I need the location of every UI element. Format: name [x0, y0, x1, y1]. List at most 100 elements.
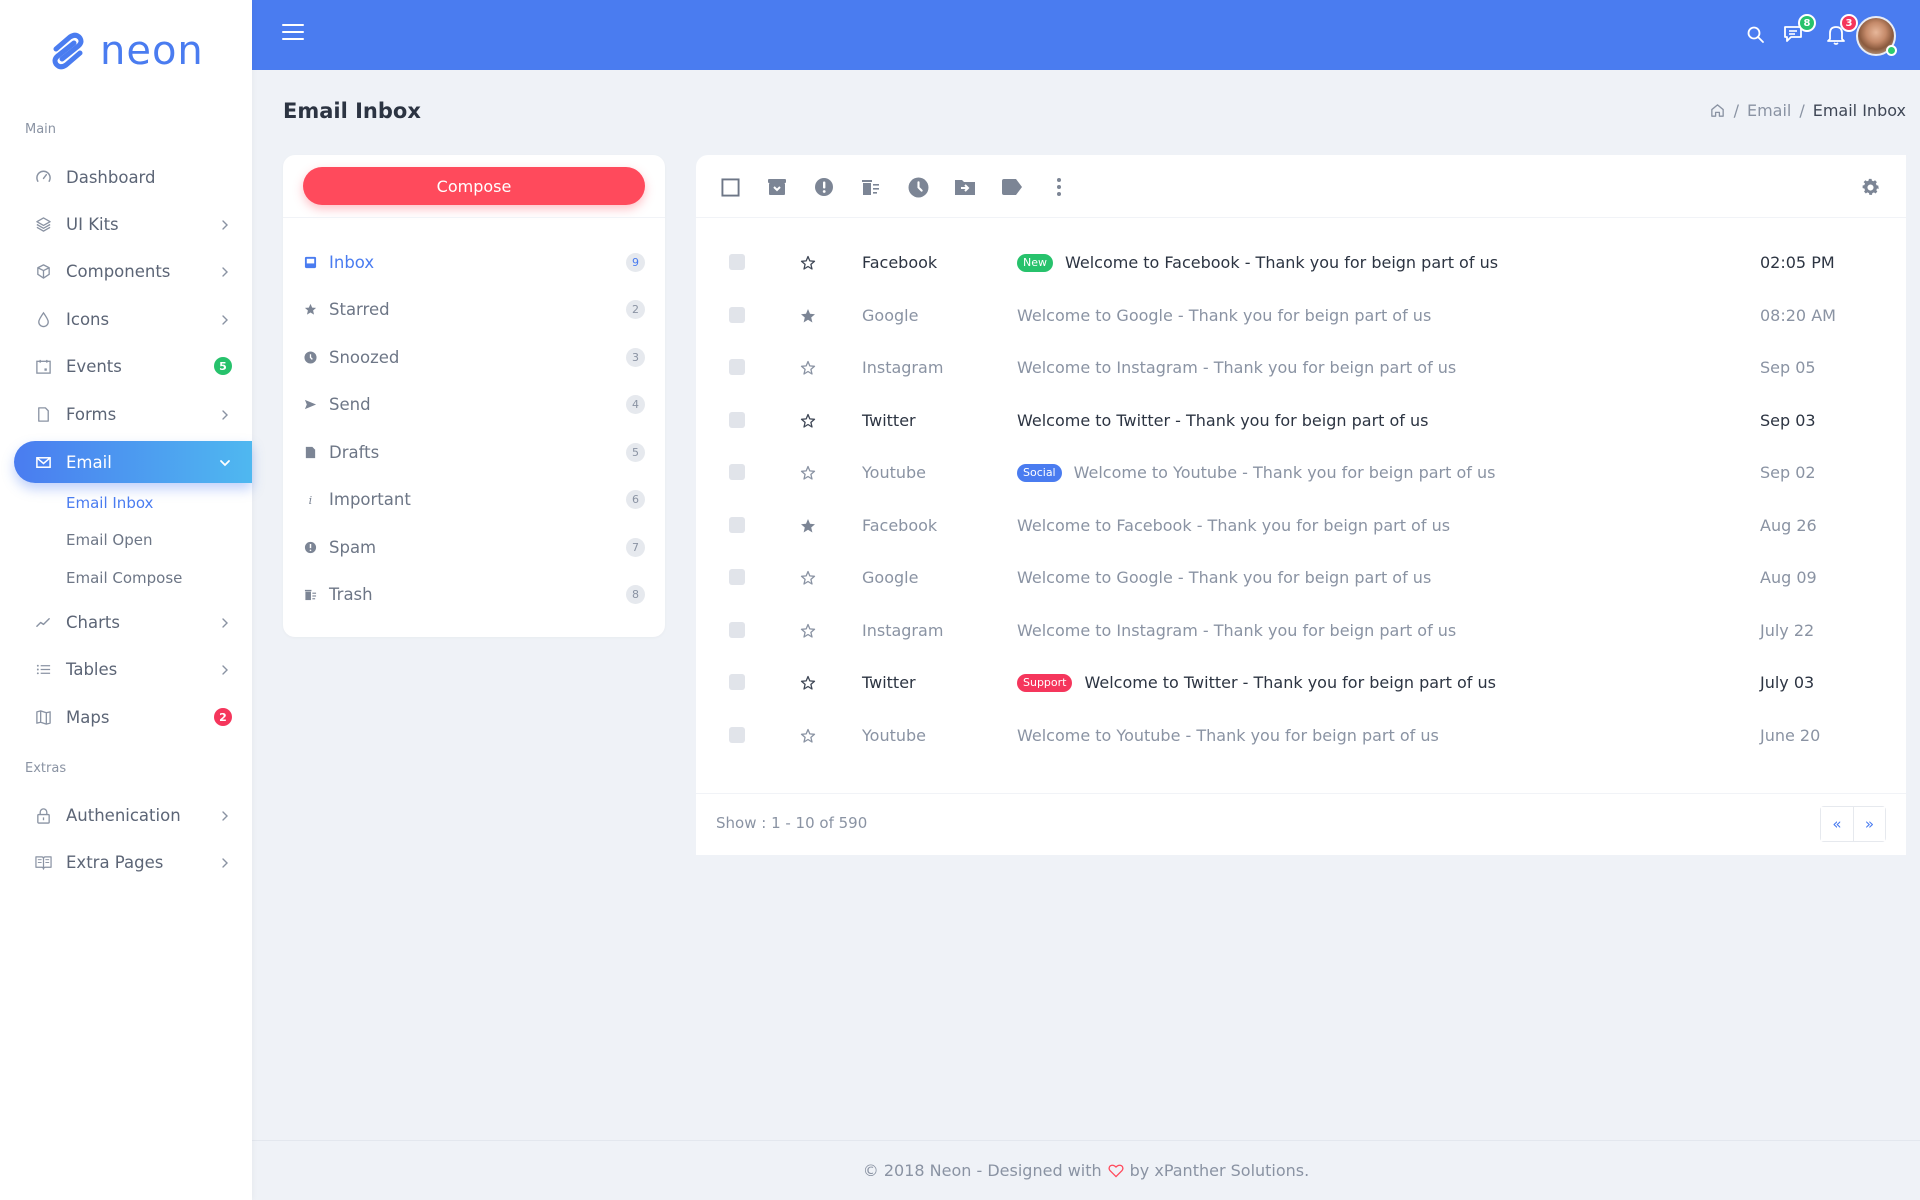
star-filled-icon[interactable]	[800, 518, 816, 534]
more-options-button[interactable]	[1048, 176, 1070, 198]
home-icon[interactable]	[1709, 102, 1726, 119]
folder-count: 8	[626, 585, 645, 604]
messages-button[interactable]: 8	[1782, 14, 1816, 46]
mail-row[interactable]: Facebook Welcome to Facebook - Thank you …	[696, 501, 1906, 553]
star-outline-icon[interactable]	[800, 675, 816, 691]
folder-trash[interactable]: Trash 8	[303, 577, 645, 613]
folder-important[interactable]: i Important 6	[303, 482, 645, 518]
notifications-badge: 3	[1840, 14, 1858, 32]
mail-date: July 22	[1760, 620, 1815, 640]
mail-row[interactable]: Google Welcome to Google - Thank you for …	[696, 291, 1906, 343]
breadcrumb-separator: /	[1733, 101, 1739, 120]
sidebar-item-forms[interactable]: Forms	[14, 393, 252, 435]
folder-label: Inbox	[329, 252, 375, 272]
mail-checkbox[interactable]	[729, 306, 745, 323]
star-outline-icon[interactable]	[800, 413, 816, 429]
folder-snoozed[interactable]: Snoozed 3	[303, 339, 645, 375]
submenu-item-email-inbox[interactable]: Email Inbox	[66, 494, 153, 512]
delete-button[interactable]	[860, 176, 882, 198]
top-bar: 8 3	[252, 0, 1920, 70]
sidebar-item-components[interactable]: Components	[14, 250, 252, 292]
sidebar-item-extra-pages[interactable]: Extra Pages	[14, 841, 252, 883]
mail-subject-text: Welcome to Youtube - Thank you for beign…	[1017, 725, 1439, 745]
exclamation-icon	[815, 178, 833, 196]
mail-subject-text: Welcome to Twitter - Thank you for beign…	[1084, 673, 1496, 692]
sidebar-item-tables[interactable]: Tables	[14, 648, 252, 690]
folder-spam[interactable]: Spam 7	[303, 529, 645, 565]
mail-row[interactable]: Twitter Support Welcome to Twitter - Thank…	[696, 658, 1906, 710]
divider	[696, 793, 1906, 794]
page-footer: © 2018 Neon - Designed with by xPanther …	[252, 1140, 1920, 1200]
mail-row[interactable]: Facebook New Welcome to Facebook - Thank y…	[696, 238, 1906, 290]
sidebar-item-label: Tables	[66, 659, 118, 679]
submenu-item-email-compose[interactable]: Email Compose	[66, 569, 182, 587]
sidebar-item-maps[interactable]: Maps 2	[14, 696, 252, 738]
mail-subject: Welcome to Facebook - Thank you for beig…	[1017, 516, 1450, 535]
sidebar-item-dashboard[interactable]: Dashboard	[14, 156, 252, 198]
sidebar-item-charts[interactable]: Charts	[14, 601, 252, 643]
next-page-button[interactable]: »	[1853, 807, 1885, 841]
star-filled-icon[interactable]	[800, 308, 816, 324]
star-outline-icon[interactable]	[800, 360, 816, 376]
layers-icon	[34, 215, 52, 233]
logo[interactable]: neon	[50, 28, 204, 74]
mail-row[interactable]: Youtube Welcome to Youtube - Thank you fo…	[696, 711, 1906, 763]
folder-drafts[interactable]: Drafts 5	[303, 434, 645, 470]
sidebar-item-label: Authenication	[66, 805, 181, 825]
lock-icon	[34, 806, 52, 824]
folder-send[interactable]: Send 4	[303, 387, 645, 423]
search-button[interactable]	[1746, 25, 1766, 45]
select-all-checkbox[interactable]	[719, 176, 741, 198]
prev-page-button[interactable]: «	[1821, 807, 1853, 841]
folder-inbox[interactable]: Inbox 9	[303, 244, 645, 280]
breadcrumb-separator: /	[1799, 101, 1805, 120]
star-outline-icon[interactable]	[800, 465, 816, 481]
sidebar-item-label: Events	[66, 356, 122, 376]
folder-starred[interactable]: Starred 2	[303, 292, 645, 328]
sidebar-item-ui-kits[interactable]: UI Kits	[14, 203, 252, 245]
mail-checkbox[interactable]	[729, 726, 745, 743]
sidebar-item-label: Extra Pages	[66, 852, 164, 872]
mail-checkbox[interactable]	[729, 411, 745, 428]
mail-subject: Welcome to Instagram - Thank you for bei…	[1017, 358, 1456, 377]
mail-row[interactable]: Youtube Social Welcome to Youtube - Thank …	[696, 448, 1906, 500]
mail-checkbox[interactable]	[729, 254, 745, 270]
sidebar-item-label: Forms	[66, 404, 117, 424]
mail-checkbox[interactable]	[729, 359, 745, 375]
sidebar-item-email[interactable]: Email	[14, 441, 252, 483]
mail-row[interactable]: Twitter Welcome to Twitter - Thank you fo…	[696, 396, 1906, 448]
mail-checkbox[interactable]	[729, 464, 745, 480]
user-avatar[interactable]	[1856, 16, 1897, 56]
settings-button[interactable]	[1859, 176, 1881, 198]
star-outline-icon[interactable]	[800, 623, 816, 639]
notifications-button[interactable]: 3	[1824, 14, 1858, 46]
mail-checkbox[interactable]	[729, 674, 745, 690]
move-to-folder-button[interactable]	[954, 176, 976, 198]
mail-date: June 20	[1760, 725, 1821, 745]
archive-button[interactable]	[766, 176, 788, 198]
mail-checkbox[interactable]	[729, 516, 745, 533]
star-outline-icon[interactable]	[800, 255, 816, 271]
clock-icon	[908, 177, 928, 197]
compose-button[interactable]: Compose	[303, 167, 645, 205]
breadcrumb-email[interactable]: Email	[1747, 101, 1791, 120]
snooze-button[interactable]	[907, 176, 929, 198]
label-button[interactable]	[1001, 176, 1023, 198]
star-outline-icon[interactable]	[800, 728, 816, 744]
svg-text:i: i	[308, 494, 312, 506]
mail-row[interactable]: Google Welcome to Google - Thank you for …	[696, 553, 1906, 605]
menu-toggle-button[interactable]	[282, 24, 304, 42]
sidebar-item-authenication[interactable]: Authenication	[14, 794, 252, 836]
sidebar-item-events[interactable]: Events 5	[14, 345, 252, 387]
sidebar-item-label: Components	[66, 261, 171, 281]
trash-icon	[303, 588, 317, 602]
submenu-item-email-open[interactable]: Email Open	[66, 531, 152, 549]
star-outline-icon[interactable]	[800, 570, 816, 586]
mail-subject-text: Welcome to Google - Thank you for beign …	[1017, 568, 1432, 587]
mail-row[interactable]: Instagram Welcome to Instagram - Thank yo…	[696, 606, 1906, 658]
sidebar-item-icons[interactable]: Icons	[14, 298, 252, 340]
mail-checkbox[interactable]	[729, 621, 745, 638]
mail-checkbox[interactable]	[729, 569, 745, 585]
mail-row[interactable]: Instagram Welcome to Instagram - Thank yo…	[696, 343, 1906, 395]
report-spam-button[interactable]	[813, 176, 835, 198]
